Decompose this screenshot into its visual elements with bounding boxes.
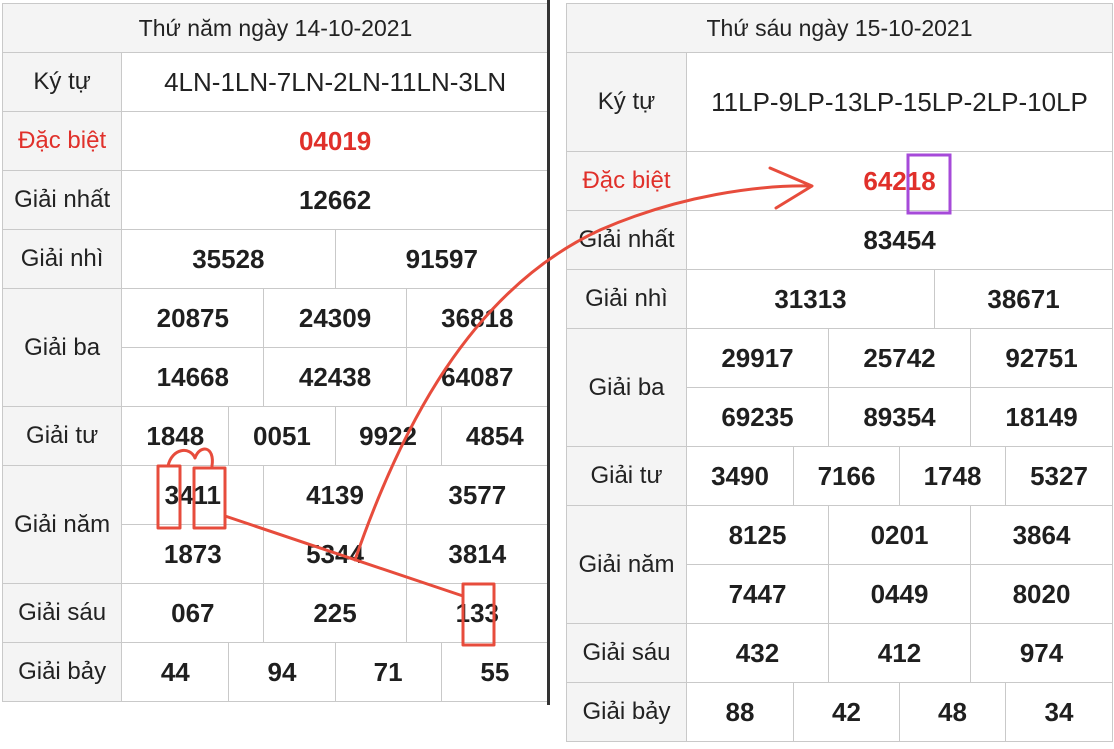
first-prize: 83454 xyxy=(685,210,1114,270)
second-prize: 38671 xyxy=(933,269,1114,329)
label-giai-nam: Giải năm xyxy=(566,505,687,624)
seventh-prize: 48 xyxy=(899,682,1006,742)
sixth-prize: 974 xyxy=(969,623,1114,683)
fifth-prize: 8020 xyxy=(969,564,1114,624)
seventh-prize: 42 xyxy=(793,682,900,742)
fifth-prize: 8125 xyxy=(686,505,829,565)
fifth-prize: 0449 xyxy=(828,564,971,624)
label-giai-bay: Giải bảy xyxy=(566,682,687,742)
seventh-prize: 34 xyxy=(1004,682,1114,742)
third-prize: 25742 xyxy=(828,328,971,388)
special-prize: 64218 xyxy=(685,151,1114,211)
fourth-prize: 1748 xyxy=(899,446,1006,506)
fifth-prize: 7447 xyxy=(686,564,829,624)
third-prize: 18149 xyxy=(969,387,1114,447)
label-giai-sau: Giải sáu xyxy=(566,623,687,683)
label-giai-tu: Giải tư xyxy=(566,446,687,506)
third-prize: 69235 xyxy=(686,387,829,447)
label-giai-ba: Giải ba xyxy=(566,328,687,447)
sixth-prize: 432 xyxy=(686,623,829,683)
seventh-prize: 88 xyxy=(686,682,794,742)
label-dac-biet: Đặc biệt xyxy=(566,151,687,211)
fifth-prize: 0201 xyxy=(828,505,971,565)
fourth-prize: 3490 xyxy=(686,446,794,506)
ky-tu-codes: 11LP-9LP-13LP-15LP-2LP-10LP xyxy=(685,52,1114,152)
label-ky-tu: Ký tự xyxy=(566,52,687,152)
second-prize: 31313 xyxy=(686,269,935,329)
results-table-friday: Thứ sáu ngày 15-10-2021 Ký tự 11LP-9LP-1… xyxy=(565,3,1114,742)
fourth-prize: 5327 xyxy=(1004,446,1114,506)
third-prize: 89354 xyxy=(828,387,971,447)
fifth-prize: 3864 xyxy=(969,505,1114,565)
label-giai-nhat: Giải nhất xyxy=(566,210,687,270)
third-prize: 92751 xyxy=(969,328,1114,388)
date-header: Thứ sáu ngày 15-10-2021 xyxy=(565,3,1114,53)
left-frame xyxy=(0,0,550,705)
label-giai-nhi: Giải nhì xyxy=(566,269,687,329)
third-prize: 29917 xyxy=(686,328,829,388)
fourth-prize: 7166 xyxy=(793,446,900,506)
sixth-prize: 412 xyxy=(828,623,971,683)
